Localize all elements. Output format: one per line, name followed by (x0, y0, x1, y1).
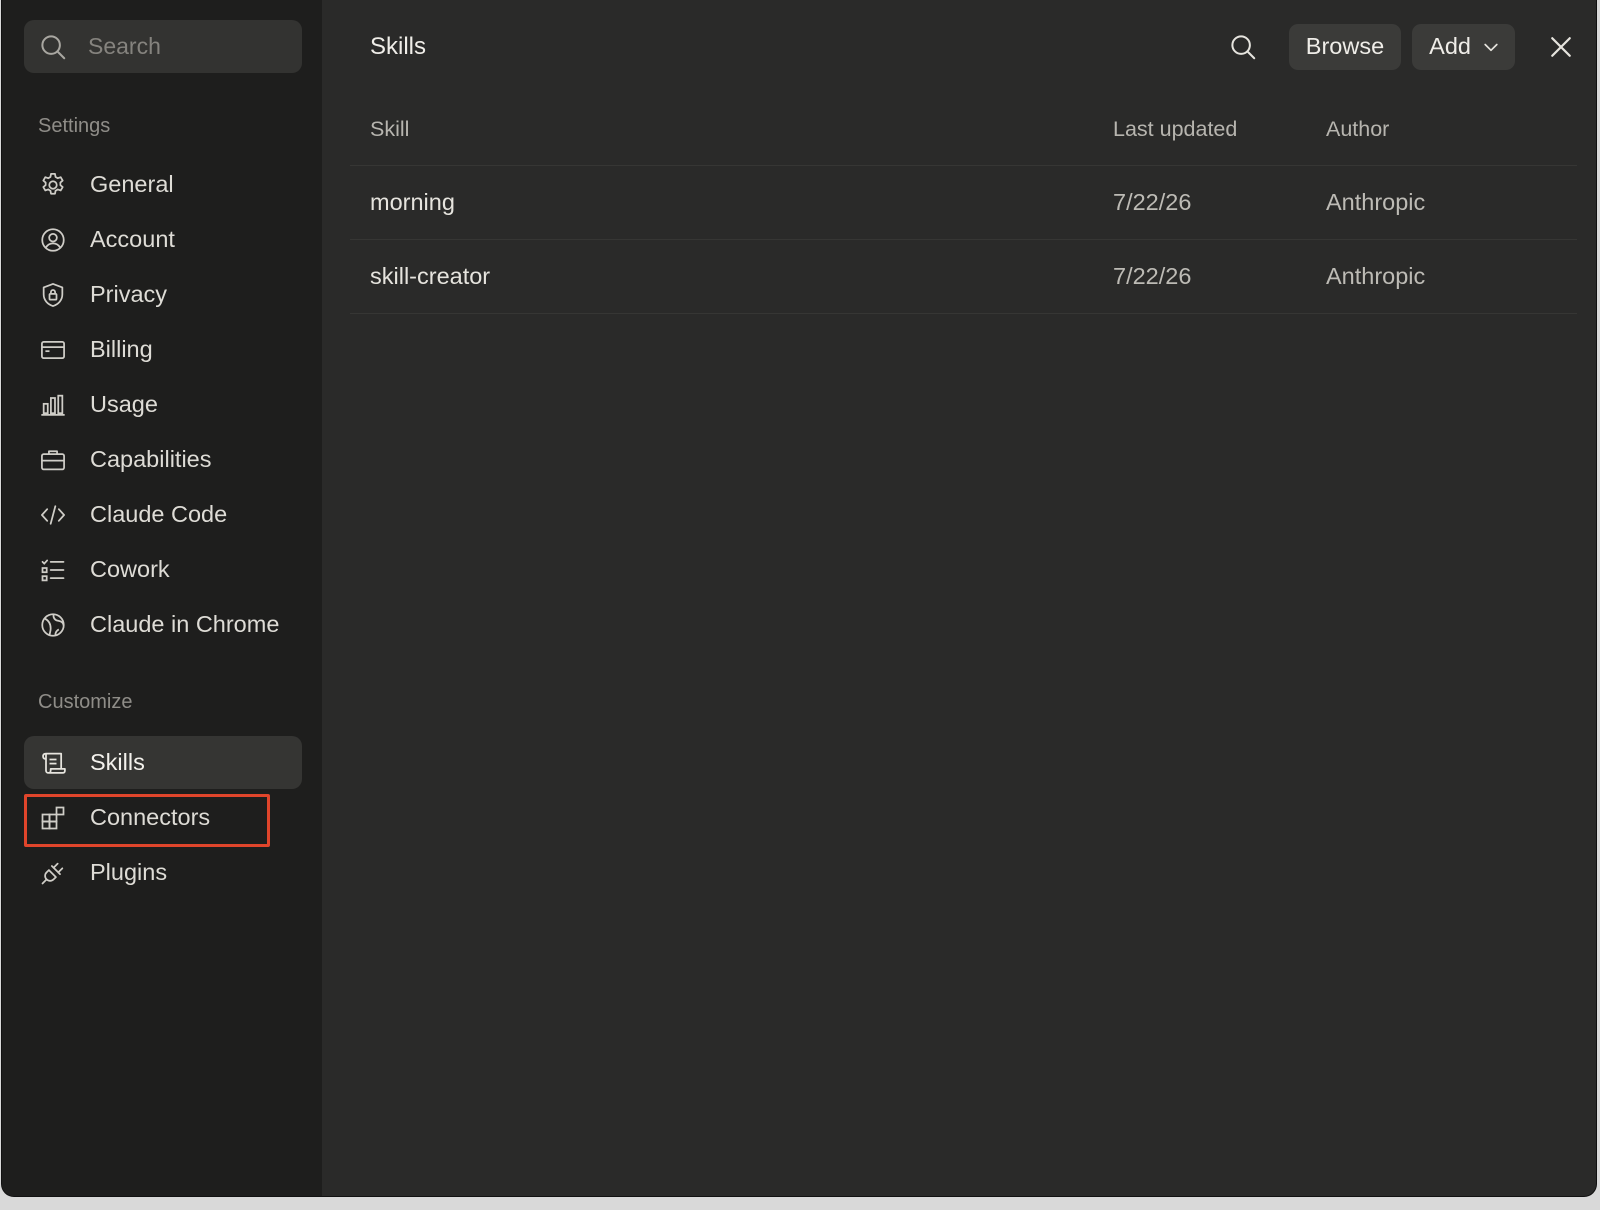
skill-last-updated: 7/22/26 (1113, 189, 1192, 215)
main-header: Skills Browse Add (350, 0, 1577, 93)
search-icon (1231, 34, 1256, 59)
skill-name: morning (370, 189, 455, 215)
sidebar-item-label: Plugins (90, 859, 168, 885)
sidebar-item-capabilities[interactable]: Capabilities (24, 433, 302, 486)
customize-section-title: Customize (38, 691, 133, 713)
sidebar-item-privacy[interactable]: Privacy (24, 268, 302, 321)
settings-window: Settings General Account Privacy Billing (2, 0, 1596, 1196)
sidebar: Settings General Account Privacy Billing (2, 0, 322, 1196)
sidebar-item-account[interactable]: Account (24, 213, 302, 266)
header-actions: Browse Add (1221, 23, 1577, 70)
sidebar-item-label: Privacy (90, 281, 168, 307)
table-row[interactable]: morning 7/22/26 Anthropic (350, 166, 1577, 240)
search-button[interactable] (1221, 25, 1265, 69)
sidebar-item-label: Billing (90, 336, 153, 362)
search-input[interactable] (88, 33, 278, 60)
browse-button[interactable]: Browse (1288, 23, 1402, 70)
sidebar-item-label: Account (90, 226, 175, 252)
sidebar-item-skills[interactable]: Skills (24, 736, 302, 789)
code-icon (38, 500, 68, 530)
sidebar-item-connectors[interactable]: Connectors (24, 791, 302, 847)
sidebar-item-plugins[interactable]: Plugins (24, 846, 302, 899)
sidebar-item-label: Connectors (90, 804, 211, 830)
close-button[interactable] (1539, 25, 1583, 69)
sidebar-item-billing[interactable]: Billing (24, 323, 302, 376)
column-header-last-updated[interactable]: Last updated (1113, 117, 1326, 142)
gear-icon (38, 170, 68, 200)
sidebar-item-label: Claude in Chrome (90, 611, 280, 637)
page-title: Skills (370, 32, 427, 60)
skills-table: Skill Last updated Author morning 7/22/2… (350, 93, 1577, 314)
column-header-skill[interactable]: Skill (370, 117, 1113, 142)
table-row[interactable]: skill-creator 7/22/26 Anthropic (350, 240, 1577, 314)
checklist-icon (38, 555, 68, 585)
globe-icon (38, 610, 68, 640)
table-header: Skill Last updated Author (350, 93, 1577, 166)
sidebar-item-claude-in-chrome[interactable]: Claude in Chrome (24, 598, 302, 651)
sidebar-item-general[interactable]: General (24, 158, 302, 211)
sidebar-item-label: Skills (90, 749, 145, 775)
search-icon (41, 34, 66, 59)
bar-chart-icon (38, 390, 68, 420)
shield-lock-icon (38, 280, 68, 310)
add-button-label: Add (1429, 33, 1471, 59)
skill-author: Anthropic (1326, 189, 1426, 215)
plug-icon (38, 858, 68, 888)
sidebar-item-cowork[interactable]: Cowork (24, 543, 302, 596)
connectors-icon (38, 803, 68, 833)
add-button[interactable]: Add (1412, 23, 1515, 70)
skill-last-updated: 7/22/26 (1113, 263, 1192, 289)
sidebar-search[interactable] (24, 20, 302, 73)
sidebar-item-claude-code[interactable]: Claude Code (24, 488, 302, 541)
close-icon (1551, 36, 1571, 57)
skill-name: skill-creator (370, 263, 491, 289)
briefcase-icon (38, 445, 68, 475)
sidebar-item-label: Usage (90, 391, 158, 417)
main-panel: Skills Browse Add Skill Last updated Aut… (322, 0, 1596, 1196)
settings-section-title: Settings (38, 115, 111, 137)
chevron-down-icon (1484, 43, 1498, 51)
sidebar-item-label: Claude Code (90, 501, 228, 527)
sidebar-item-label: General (90, 171, 174, 197)
sidebar-item-label: Cowork (90, 556, 170, 582)
column-header-author[interactable]: Author (1326, 117, 1577, 142)
credit-card-icon (38, 335, 68, 365)
scroll-icon (38, 748, 68, 778)
skill-author: Anthropic (1326, 263, 1426, 289)
sidebar-item-label: Capabilities (90, 446, 212, 472)
user-circle-icon (38, 225, 68, 255)
sidebar-item-usage[interactable]: Usage (24, 378, 302, 431)
